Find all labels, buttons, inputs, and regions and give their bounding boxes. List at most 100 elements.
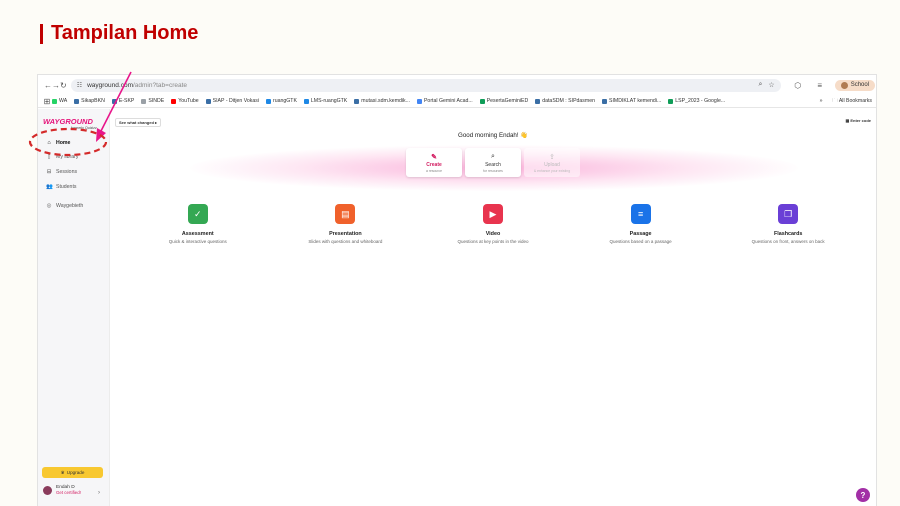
site-info-icon[interactable]: ☷ xyxy=(77,82,82,89)
logo-subtitle: formerly Quizizz xyxy=(71,126,97,130)
bookmark-favicon-icon xyxy=(354,98,360,104)
forward-icon[interactable]: → xyxy=(52,81,60,90)
help-icon[interactable]: ? xyxy=(856,488,870,502)
url-text: wayground.com/admin?tab=create xyxy=(87,81,188,89)
bookmark-favicon-icon xyxy=(668,98,674,104)
bookmark-label: WA xyxy=(59,98,68,104)
media-icon[interactable]: ≡ xyxy=(813,81,827,90)
bookmark-item[interactable]: YouTube xyxy=(171,98,199,104)
tab-search[interactable]: ⌕ Search for resources xyxy=(465,148,521,177)
title-bar xyxy=(40,23,43,44)
bookmark-item[interactable]: SIAP - Ditjen Vokasi xyxy=(205,98,259,104)
wayground-logo[interactable]: WAYGROUND xyxy=(43,117,93,126)
pencil-icon: ✎ xyxy=(431,153,437,161)
create-presentation[interactable]: ▤ Presentation Slides with questions and w… xyxy=(285,204,405,244)
bookmark-star-icon[interactable]: ☆ xyxy=(768,81,774,89)
back-icon[interactable]: ← xyxy=(44,81,52,90)
chevron-right-icon[interactable]: › xyxy=(98,490,100,496)
tab-label: Search xyxy=(485,161,501,168)
bookmark-item[interactable]: PesertaGeminiED xyxy=(479,98,529,104)
bookmark-item[interactable]: dataSDM : SIPdasmen xyxy=(535,98,595,104)
profile-label: School xyxy=(850,82,870,88)
bookmark-favicon-icon xyxy=(416,98,422,104)
user-avatar xyxy=(43,485,52,495)
greeting: Good morning Endah! 👋 xyxy=(458,132,528,139)
bookmark-item[interactable]: Portal Gemini Acad... xyxy=(416,98,473,104)
create-passage[interactable]: ≡ Passage Questions based on a passage xyxy=(581,204,701,244)
bookmark-favicon-icon xyxy=(601,98,607,104)
tab-upload[interactable]: ⇪ Upload & enhance your existing xyxy=(524,148,580,177)
reload-icon[interactable]: ↻ xyxy=(60,81,67,90)
bookmark-label: PesertaGeminiED xyxy=(486,98,529,104)
sidebar-item-label: My library xyxy=(56,154,79,160)
bookmark-item[interactable]: SikapBKN xyxy=(74,98,105,104)
bookmark-item[interactable]: SINDE xyxy=(141,98,164,104)
bookmark-label: ruangGTK xyxy=(272,98,297,104)
bookmark-favicon-icon xyxy=(52,98,57,104)
see-what-changed-button[interactable]: See what changed ▸ xyxy=(115,118,162,127)
all-bookmarks[interactable]: 🗀 All Bookmarks xyxy=(832,97,872,106)
presentation-icon: ▤ xyxy=(335,204,356,224)
enter-code-button[interactable]: ▦ Enter code xyxy=(845,118,871,123)
url-field[interactable]: ☷ wayground.com/admin?tab=create ⌕ ☆ xyxy=(70,78,781,92)
upgrade-button[interactable]: ♛ Upgrade xyxy=(42,467,103,478)
bookmark-favicon-icon xyxy=(535,98,541,104)
sidebar-item-my-library[interactable]: ▯ My library xyxy=(46,154,78,160)
sessions-icon: ⊟ xyxy=(46,169,52,175)
bookmark-item[interactable]: SIMDIKLAT kemendi... xyxy=(601,98,662,104)
apps-icon[interactable]: ⊞ xyxy=(42,97,52,106)
resource-type-title: Assessment xyxy=(181,231,214,237)
bookmark-label: SINDE xyxy=(148,98,165,104)
create-assessment[interactable]: ✓ Assessment Quick & interactive questions xyxy=(138,204,258,244)
zoom-icon[interactable]: ⌕ xyxy=(759,81,763,89)
create-video[interactable]: ▶ Video Questions at key points in the vid… xyxy=(433,204,553,244)
folder-icon: 🗀 xyxy=(832,97,838,104)
resource-type-title: Video xyxy=(485,231,501,237)
external-link-icon: ◎ xyxy=(46,203,52,209)
get-certified-link[interactable]: Get certified! xyxy=(56,490,81,495)
sidebar-item-label: Sessions xyxy=(56,169,78,175)
sidebar-item-home[interactable]: ⌂ Home xyxy=(46,140,70,146)
bookmark-item[interactable]: E-SKP xyxy=(111,98,134,104)
bookmark-label: mutasi.sdm.kemdik... xyxy=(361,98,410,104)
bookmarks-overflow[interactable]: » xyxy=(820,98,823,104)
students-icon: 👥 xyxy=(46,184,53,190)
passage-icon: ≡ xyxy=(630,204,651,224)
bookmark-item[interactable]: WA xyxy=(52,98,67,104)
bookmark-favicon-icon xyxy=(111,98,117,104)
home-icon: ⌂ xyxy=(47,140,51,146)
bookmark-favicon-icon xyxy=(171,98,177,104)
tab-sublabel: a resource xyxy=(425,168,443,173)
resource-type-title: Presentation xyxy=(329,231,362,237)
upload-icon: ⇪ xyxy=(549,153,555,161)
bookmark-item[interactable]: mutasi.sdm.kemdik... xyxy=(354,98,410,104)
sidebar-item-sessions[interactable]: ⊟ Sessions xyxy=(46,169,77,175)
bookmark-label: LMS-ruangGTK xyxy=(310,98,348,104)
resource-type-desc: Quick & interactive questions xyxy=(168,239,227,244)
bookmark-label: SIMDIKLAT kemendi... xyxy=(608,98,662,104)
flashcards-icon: ❐ xyxy=(778,204,799,224)
bookmark-favicon-icon xyxy=(303,98,309,104)
address-bar-row: ← → ↻ ☷ wayground.com/admin?tab=create ⌕… xyxy=(38,75,876,95)
sidebar-item-students[interactable]: 👥 Students xyxy=(46,184,76,190)
crown-icon: ♛ xyxy=(60,469,65,475)
bookmark-item[interactable]: ruangGTK xyxy=(265,98,297,104)
resource-type-title: Flashcards xyxy=(773,231,803,237)
user-profile[interactable]: Endah D Get certified! xyxy=(43,485,81,495)
profile-button[interactable]: School xyxy=(834,79,876,91)
tab-create[interactable]: ✎ Create a resource xyxy=(406,148,462,177)
create-flashcards[interactable]: ❐ Flashcards Questions on front, answers o… xyxy=(728,204,848,244)
bookmark-label: dataSDM : SIPdasmen xyxy=(542,98,595,104)
main-content: See what changed ▸ ▦ Enter code Good mor… xyxy=(110,109,876,506)
bookmark-label: YouTube xyxy=(178,98,199,104)
sidebar-item-waygebieth[interactable]: ◎ Waygebieth xyxy=(46,203,84,209)
extensions-icon[interactable]: ⬡ xyxy=(791,81,805,90)
slide-title: Tampilan Home xyxy=(40,22,198,45)
bookmark-item[interactable]: LSP_2023 - Google... xyxy=(668,98,725,104)
bookmark-label: SIAP - Ditjen Vokasi xyxy=(212,98,259,104)
profile-avatar xyxy=(840,81,848,89)
resource-types: ✓ Assessment Quick & interactive questions… xyxy=(110,204,876,244)
search-icon: ⌕ xyxy=(491,152,495,160)
bookmark-item[interactable]: LMS-ruangGTK xyxy=(303,98,348,104)
slide-title-text: Tampilan Home xyxy=(51,22,199,44)
